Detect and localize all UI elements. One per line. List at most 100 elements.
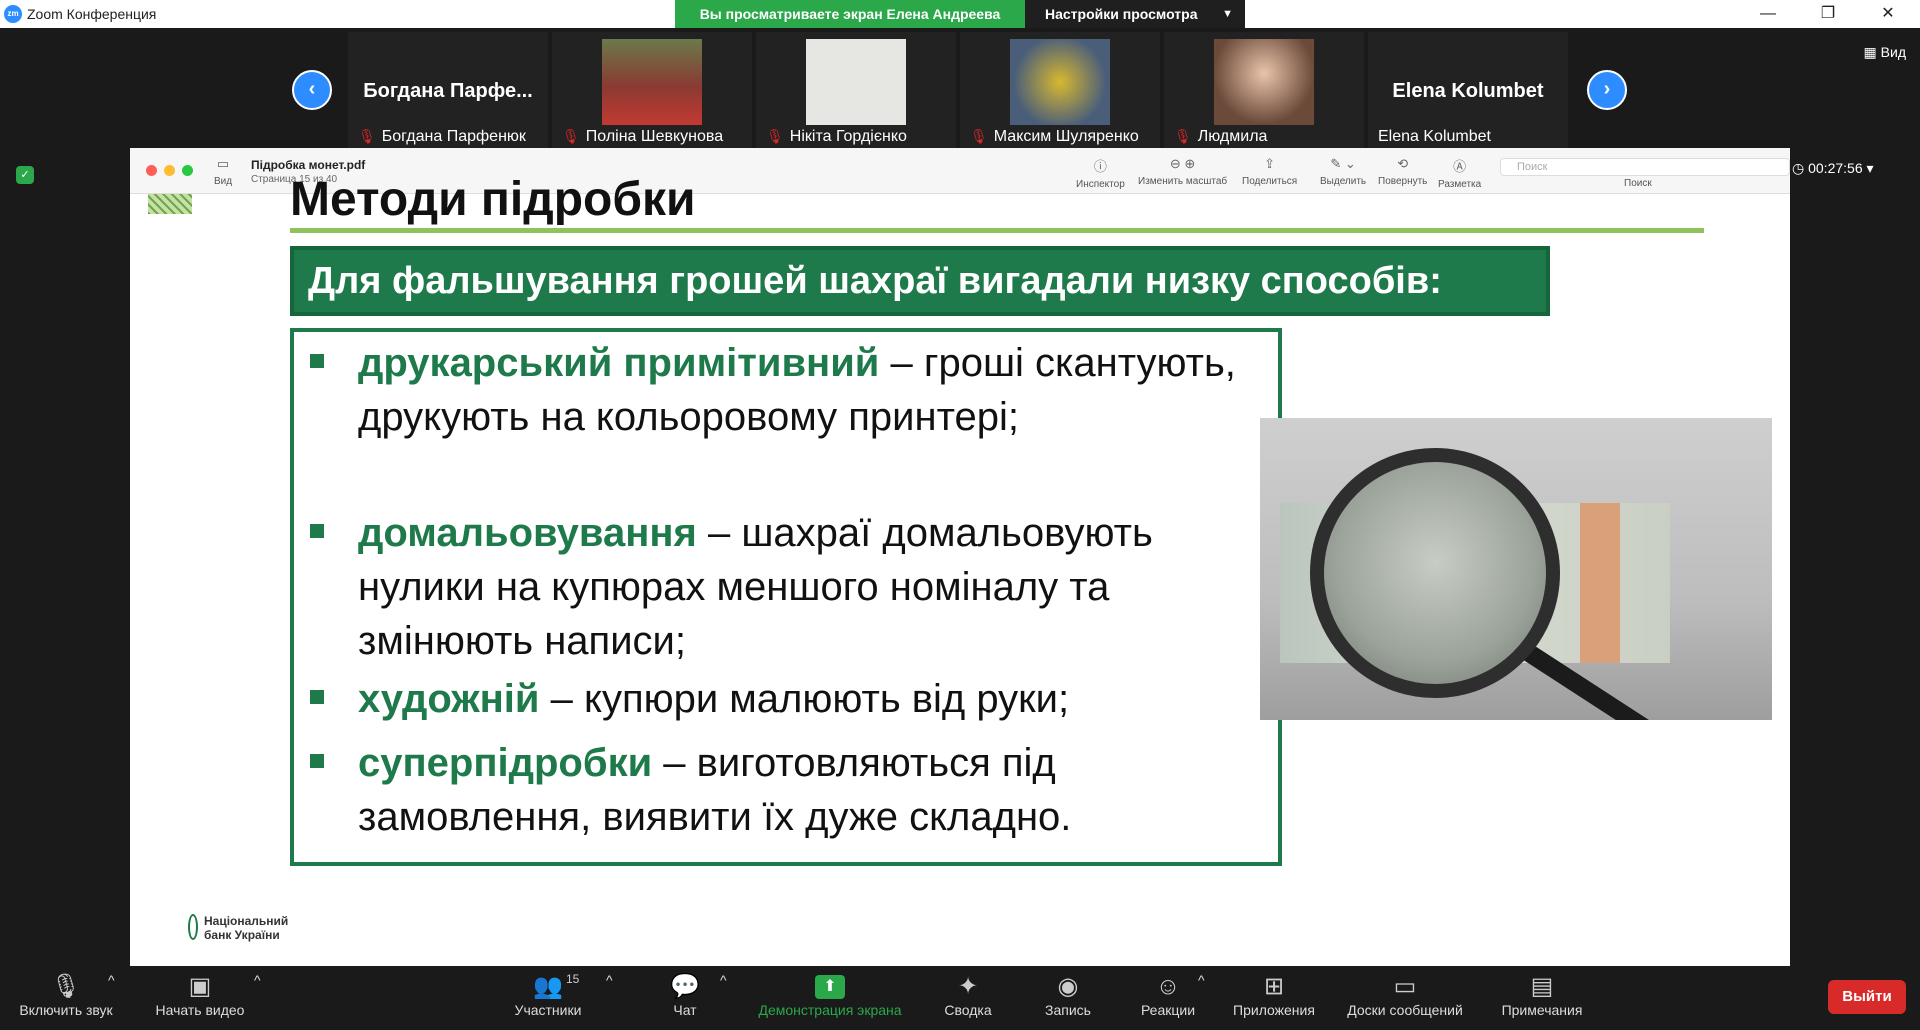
participants-count: 15	[566, 972, 580, 986]
participant-tile[interactable]: Elena Kolumbet Elena Kolumbet	[1368, 32, 1568, 148]
rotate-button[interactable]: ⟲ Повернуть	[1378, 156, 1427, 187]
encryption-shield-icon[interactable]: ✓	[16, 166, 34, 184]
participant-label: 🎙 Людмила	[1174, 128, 1267, 146]
methods-list: друкарський примітивний – гроші скантуют…	[290, 328, 1282, 866]
apps-icon: ⊞	[1263, 973, 1285, 1000]
reactions-icon: ☺	[1155, 973, 1181, 1000]
magnifier-banknote-image	[1260, 418, 1772, 720]
nbu-logo-icon	[188, 914, 198, 940]
decorative-pattern	[148, 194, 192, 214]
whiteboard-icon: ▭	[1393, 973, 1417, 1000]
summary-button[interactable]: ✦ Сводка	[936, 972, 1000, 1018]
start-video-label: Начать видео	[155, 1002, 245, 1018]
highlighter-icon: ✎ ⌄	[1330, 156, 1356, 171]
inspector-button[interactable]: ⓘ Инспектор	[1076, 156, 1125, 190]
meeting-timer[interactable]: ◷ 00:27:56 ▾	[1792, 160, 1874, 177]
whiteboards-button[interactable]: ▭ Доски сообщений	[1338, 972, 1472, 1018]
reactions-caret-icon[interactable]: ^	[1198, 972, 1205, 988]
notes-button[interactable]: ▤ Примечания	[1494, 972, 1590, 1018]
leave-meeting-button[interactable]: Выйти	[1828, 980, 1906, 1014]
pdf-search-input[interactable]: Поиск	[1500, 158, 1790, 176]
slide-title: Методи підробки	[290, 173, 696, 226]
method-description: – купюри малюють від руки;	[539, 677, 1070, 721]
apps-button[interactable]: ⊞ Приложения	[1226, 972, 1322, 1018]
logo-line-2: банк України	[204, 928, 280, 942]
record-icon: ◉	[1057, 973, 1079, 1000]
participant-name-large: Богдана Парфе...	[363, 80, 533, 102]
close-button[interactable]: ✕	[1860, 0, 1916, 28]
window-title-bar: zm Zoom Конференция Вы просматриваете эк…	[0, 0, 1920, 28]
participant-tile[interactable]: 🎙 Нікіта Гордієнко	[756, 32, 956, 148]
view-layout-button[interactable]: ▦ Вид	[1864, 44, 1906, 61]
zoom-logo-icon: zm	[4, 5, 22, 23]
presentation-slide: Методи підробки Для фальшування грошей ш…	[148, 173, 1776, 966]
window-close-dot-icon[interactable]	[146, 165, 157, 176]
rotate-label: Повернуть	[1378, 176, 1428, 187]
bullet-icon	[310, 754, 324, 768]
record-label: Запись	[1045, 1002, 1091, 1018]
participant-label-text: Поліна Шевкунова	[585, 128, 724, 145]
window-title: Zoom Конференция	[27, 6, 157, 22]
markup-icon: Ⓐ	[1453, 159, 1467, 174]
meeting-toolbar: 🎙 Включить звук ^ ▣ Начать видео ^ 👥 Уча…	[0, 966, 1920, 1030]
start-video-button[interactable]: ▣ Начать видео	[148, 972, 252, 1018]
rotate-icon: ⟲	[1397, 156, 1409, 171]
participant-label: 🎙 Максим Шуляренко	[970, 128, 1139, 146]
method-term: домальовування	[358, 511, 697, 555]
search-placeholder: Поиск	[1517, 161, 1548, 173]
inspector-label: Инспектор	[1076, 179, 1125, 190]
participant-video-thumbnail	[1010, 39, 1110, 125]
window-zoom-dot-icon[interactable]	[182, 165, 193, 176]
next-page-button[interactable]: ›	[1587, 70, 1627, 110]
view-settings-dropdown[interactable]: Настройки просмотра ▼	[1025, 0, 1245, 28]
chat-caret-icon[interactable]: ^	[720, 972, 727, 988]
mic-muted-icon: 🎙	[562, 128, 580, 144]
participant-label-text: Максим Шуляренко	[993, 128, 1139, 145]
participant-tile[interactable]: 🎙 Людмила	[1164, 32, 1364, 148]
share-button[interactable]: ⇪ Поделиться	[1242, 156, 1297, 187]
notes-icon: ▤	[1530, 973, 1554, 1000]
chat-button[interactable]: 💬 Чат	[660, 972, 710, 1018]
participants-strip: ‹ Богдана Парфе... 🎙 Богдана Парфенюк 🎙 По…	[0, 28, 1920, 148]
prev-page-button[interactable]: ‹	[292, 70, 332, 110]
method-term: суперпідробки	[358, 741, 653, 785]
notes-label: Примечания	[1501, 1002, 1583, 1018]
reactions-button[interactable]: ☺ Реакции	[1132, 972, 1204, 1018]
sidebar-view-button[interactable]: ▭ Вид	[214, 156, 232, 187]
highlight-label: Выделить	[1320, 176, 1367, 187]
unmute-label: Включить звук	[19, 1002, 113, 1018]
slide-banner: Для фальшування грошей шахраї вигадали н…	[290, 246, 1550, 316]
participant-tile[interactable]: 🎙 Поліна Шевкунова	[552, 32, 752, 148]
banknote-color-band	[1580, 503, 1620, 663]
search-label: Поиск	[1624, 178, 1652, 189]
bullet-icon	[310, 690, 324, 704]
logo-line-1: Національний	[204, 914, 289, 928]
shared-screen: ▭ Вид Підробка монет.pdf Страница 15 из 4…	[130, 148, 1790, 966]
markup-button[interactable]: Ⓐ Разметка	[1438, 156, 1481, 190]
window-minimize-dot-icon[interactable]	[164, 165, 175, 176]
minimize-button[interactable]: —	[1740, 0, 1796, 28]
share-status-banner: Вы просматриваете экран Елена Андреева	[675, 0, 1025, 28]
participants-caret-icon[interactable]: ^	[606, 972, 613, 988]
mic-options-caret-icon[interactable]: ^	[108, 972, 115, 988]
share-screen-button[interactable]: ⬆ Демонстрация экрана	[750, 972, 910, 1018]
sidebar-icon: ▭	[216, 156, 230, 171]
unmute-button[interactable]: 🎙 Включить звук	[12, 972, 120, 1018]
restore-button[interactable]: ❐	[1800, 0, 1856, 28]
share-label: Поделиться	[1242, 176, 1298, 187]
chat-label: Чат	[673, 1002, 697, 1018]
video-options-caret-icon[interactable]: ^	[254, 972, 261, 988]
bullet-icon	[310, 354, 324, 368]
highlight-button[interactable]: ✎ ⌄ Выделить	[1320, 156, 1366, 187]
participant-video-thumbnail	[602, 39, 702, 125]
chevron-right-icon: ›	[1603, 78, 1611, 100]
bullet-icon	[310, 524, 324, 538]
zoom-button[interactable]: ⊖ ⊕ Изменить масштаб	[1138, 156, 1227, 187]
participant-tile[interactable]: 🎙 Максим Шуляренко	[960, 32, 1160, 148]
magnifier-lens	[1310, 448, 1560, 698]
participant-video-thumbnail	[806, 39, 906, 125]
record-button[interactable]: ◉ Запись	[1036, 972, 1100, 1018]
participant-tile[interactable]: Богдана Парфе... 🎙 Богдана Парфенюк	[348, 32, 548, 148]
participant-label-text: Нікіта Гордієнко	[789, 128, 907, 145]
participant-label: 🎙 Поліна Шевкунова	[562, 128, 723, 146]
